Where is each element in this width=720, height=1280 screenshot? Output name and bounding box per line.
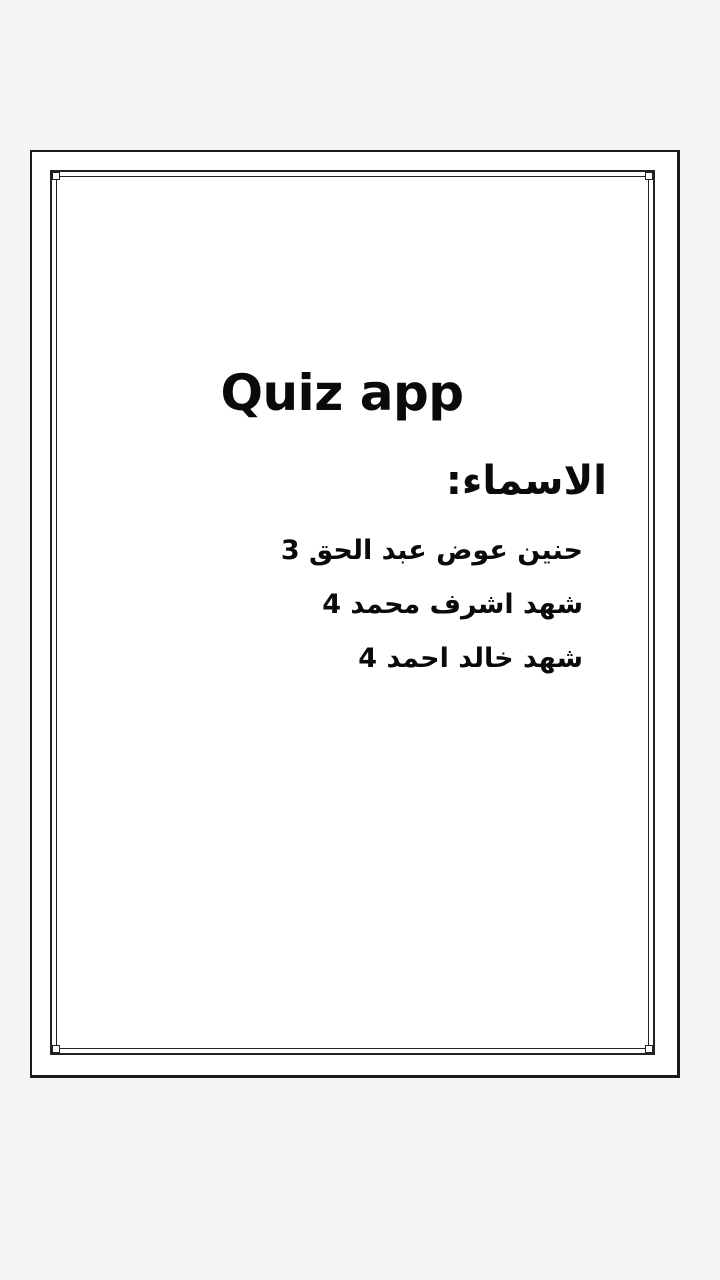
names-list: حنين عوض عبد الحق 3 شهد اشرف محمد 4 شهد …: [281, 524, 583, 686]
names-heading: الاسماء:: [445, 458, 607, 504]
document-title: Quiz app: [220, 364, 464, 422]
name-item: حنين عوض عبد الحق 3: [280, 535, 583, 566]
name-item: شهد خالد احمد 4: [358, 643, 583, 674]
border-corner-bottom-left: [52, 1045, 60, 1053]
border-corner-top-right: [645, 172, 653, 180]
border-corner-top-left: [52, 172, 60, 180]
border-corner-bottom-right: [645, 1045, 653, 1053]
name-item: شهد اشرف محمد 4: [322, 589, 583, 620]
document-page: Quiz app الاسماء: حنين عوض عبد الحق 3 شه…: [30, 150, 680, 1078]
